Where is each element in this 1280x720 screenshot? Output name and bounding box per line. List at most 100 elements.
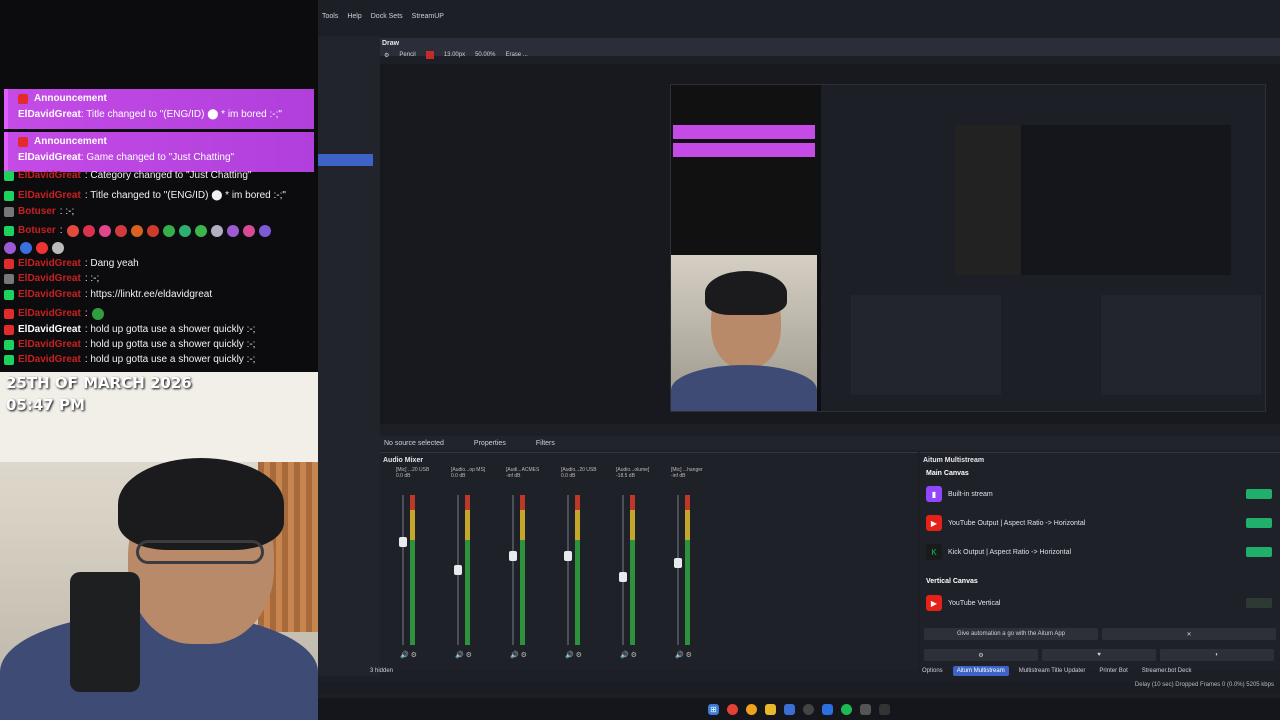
fader-handle[interactable] [674,558,682,568]
stream-row-youtube-vertical: ▶ YouTube Vertical [926,592,1278,614]
close-icon[interactable]: ✕ [1102,628,1276,640]
gear-icon [52,241,64,254]
menu-dock-sets[interactable]: Dock Sets [371,13,403,20]
youtube-badge-icon [4,308,14,319]
chat-message: ElDavidGreat: [4,306,316,321]
chat-message: Botuser: [4,223,316,238]
spotify-icon[interactable] [841,703,852,715]
moderator-badge-icon [4,190,14,201]
tab-streamerbot-deck[interactable]: Streamer.bot Deck [1138,666,1196,676]
vertical-canvas-label: Vertical Canvas [926,578,978,585]
pencil-tool-select[interactable]: Pencil [399,52,415,58]
gear-icon[interactable]: ⚙ [384,52,389,59]
volume-fader[interactable] [677,495,679,645]
moderator-badge-icon [4,170,14,181]
obs-window: Tools Help Dock Sets StreamUP Draw ⚙ Pen… [318,0,1280,720]
folder-icon[interactable] [765,703,776,715]
scenes-dock [318,36,380,676]
fader-handle[interactable] [454,565,462,575]
mixer-channel: [Audio...op MS] 0.0 dB 🔊 ⚙ [451,467,503,665]
stream-row-youtube: ▶ YouTube Output | Aspect Ratio -> Horiz… [926,512,1278,534]
aitum-app-button[interactable]: Give automation a go with the Aitum App [924,628,1098,640]
stream-row-kick: K Kick Output | Aspect Ratio -> Horizont… [926,541,1278,563]
obs-icon[interactable] [803,703,814,715]
color-swatch[interactable] [425,51,434,59]
menu-streamup[interactable]: StreamUP [412,13,444,20]
brush-size-input[interactable]: 13.00px [444,52,465,58]
fader-handle[interactable] [619,572,627,582]
stream-toggle-button[interactable] [1246,598,1272,608]
sword-badge-icon [4,206,14,217]
app-icon[interactable] [784,703,795,715]
channel-db: 0.0 dB [561,473,576,479]
channel-controls-icon[interactable]: 🔊 ⚙ [620,651,637,659]
draw-toolbar: ⚙ Pencil 13.00px 50.00% Erase ... [380,48,1280,62]
windows-start-icon[interactable]: ⊞ [708,703,719,715]
chrome-icon[interactable] [727,703,738,715]
emote-icon [146,224,159,237]
fader-handle[interactable] [399,537,407,547]
app-icon[interactable] [822,703,833,715]
mixer-channel: [Mic] ...hanger -inf dB 🔊 ⚙ [671,467,723,665]
emote-icon [162,224,175,237]
volume-fader[interactable] [402,495,404,645]
channel-controls-icon[interactable]: 🔊 ⚙ [675,651,692,659]
stream-toggle-button[interactable] [1246,489,1272,499]
channel-controls-icon[interactable]: 🔊 ⚙ [455,651,472,659]
chat-message: Botuser: :-; [4,204,316,219]
browser-icon[interactable] [746,703,757,715]
chat-message: ElDavidGreat: :-; [4,271,316,286]
tab-aitum-multistream[interactable]: Aitum Multistream [952,666,1009,676]
stream-toggle-button[interactable] [1246,518,1272,528]
fader-handle[interactable] [564,551,572,561]
heart-icon[interactable]: ♥ [1042,649,1156,661]
dock-tabs: Options Aitum Multistream Multistream Ti… [918,664,1280,678]
properties-button[interactable]: Properties [474,440,506,447]
youtube-badge-icon [4,324,14,335]
app-icon[interactable] [860,703,871,715]
menu-tools[interactable]: Tools [322,13,338,20]
channel-db: -inf dB [506,473,521,479]
screen: Announcement ElDavidGreat: Title changed… [0,0,1280,720]
volume-fader[interactable] [567,495,569,645]
menu-bar: Tools Help Dock Sets StreamUP [318,8,444,24]
erase-checkbox[interactable]: Erase ... [505,52,527,58]
tab-title-updater[interactable]: Multistream Title Updater [1015,666,1090,676]
announcement-text: : Game changed to "Just Chatting" [80,152,235,163]
sword-badge-icon [4,273,14,284]
preview-chat-thumb [671,85,817,255]
volume-fader[interactable] [622,495,624,645]
status-bar: Delay (10 sec) Dropped Frames 0 (0.0%) 5… [318,682,1280,694]
emote-icon [66,224,79,237]
channel-controls-icon[interactable]: 🔊 ⚙ [565,651,582,659]
menu-help[interactable]: Help [347,13,361,20]
hidden-count: 3 hidden [370,668,394,674]
settings-icon[interactable]: ⚙ [924,649,1038,661]
multistream-dock: Aitum Multistream Main Canvas ▮ Built-in… [920,452,1280,670]
app-icon[interactable] [879,703,890,715]
moderator-badge-icon [4,289,14,300]
volume-fader[interactable] [512,495,514,645]
announcement-banner: Announcement ElDavidGreat: Title changed… [4,89,314,129]
tab-printer-bot[interactable]: Printer Bot [1095,666,1131,676]
chat-message: ElDavidGreat: hold up gotta use a shower… [4,337,316,352]
stream-toggle-button[interactable] [1246,547,1272,557]
microphone [70,572,140,692]
twitch-icon: ▮ [926,486,942,502]
main-canvas-label: Main Canvas [926,470,969,477]
channel-controls-icon[interactable]: 🔊 ⚙ [510,651,527,659]
chat-message: ElDavidGreat: Dang yeah [4,256,316,271]
discord-icon[interactable]: ◐ [1160,649,1274,661]
fader-handle[interactable] [509,551,517,561]
announcement-user: ElDavidGreat [18,152,81,163]
stream-row-builtin: ▮ Built-in stream [926,483,1278,505]
channel-controls-icon[interactable]: 🔊 ⚙ [400,651,417,659]
announcement-banner: Announcement ElDavidGreat: Game changed … [4,132,314,172]
options-button[interactable]: Options [918,666,947,676]
selected-scene[interactable] [318,154,373,166]
opacity-input[interactable]: 50.00% [475,52,495,58]
chat-message: ElDavidGreat: hold up gotta use a shower… [4,322,316,337]
volume-meter [520,495,525,645]
filters-button[interactable]: Filters [536,440,555,447]
stream-preview[interactable] [670,84,1266,412]
